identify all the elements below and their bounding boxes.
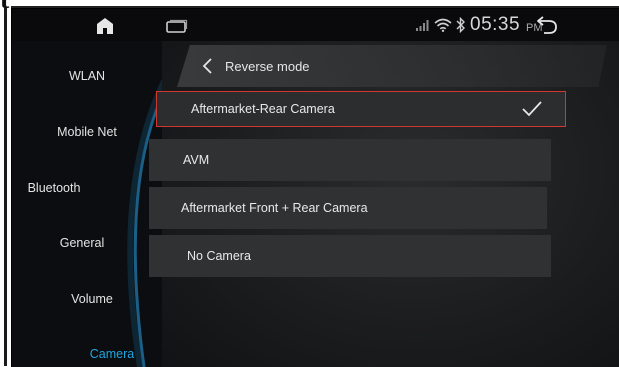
recent-apps-icon[interactable] — [166, 19, 188, 33]
home-icon[interactable] — [96, 17, 114, 35]
signal-icon — [416, 20, 429, 31]
option-label: Aftermarket Front + Rear Camera — [181, 201, 368, 215]
sidebar-item-general[interactable]: General — [12, 236, 152, 250]
checkmark-icon — [522, 101, 542, 117]
sidebar-item-wlan[interactable]: WLAN — [12, 69, 162, 83]
clock-time: 05:35 — [470, 14, 521, 35]
chevron-left-icon[interactable] — [199, 57, 217, 75]
status-bar: 05:35 PM — [12, 9, 619, 41]
settings-sidebar: WLAN Mobile Net Bluetooth General Volume… — [12, 41, 162, 367]
page-title: Reverse mode — [225, 58, 310, 74]
option-label: AVM — [183, 153, 210, 167]
left-frame — [0, 0, 11, 366]
sidebar-item-mobile-net[interactable]: Mobile Net — [12, 125, 162, 139]
reverse-mode-header[interactable]: Reverse mode — [177, 45, 607, 87]
option-no-camera[interactable]: No Camera — [149, 235, 551, 277]
option-label: Aftermarket-Rear Camera — [191, 102, 335, 116]
sidebar-item-bluetooth[interactable]: Bluetooth — [12, 181, 96, 195]
sidebar-item-camera[interactable]: Camera — [12, 347, 212, 361]
sidebar-arc-decoration — [127, 79, 162, 367]
sidebar-item-volume[interactable]: Volume — [12, 292, 172, 306]
option-aftermarket-rear-camera[interactable]: Aftermarket-Rear Camera — [156, 91, 566, 127]
option-aftermarket-front-rear-camera[interactable]: Aftermarket Front + Rear Camera — [149, 187, 547, 229]
option-avm[interactable]: AVM — [149, 139, 551, 181]
wifi-icon — [434, 18, 452, 32]
head-unit-screen: 05:35 PM WLAN Mobile Net Bluetooth Gener… — [11, 8, 619, 367]
back-icon[interactable] — [535, 15, 559, 35]
option-label: No Camera — [187, 249, 251, 263]
corner-text: t — [0, 0, 9, 14]
status-indicators: 05:35 PM — [416, 14, 543, 36]
bluetooth-icon — [456, 17, 465, 33]
